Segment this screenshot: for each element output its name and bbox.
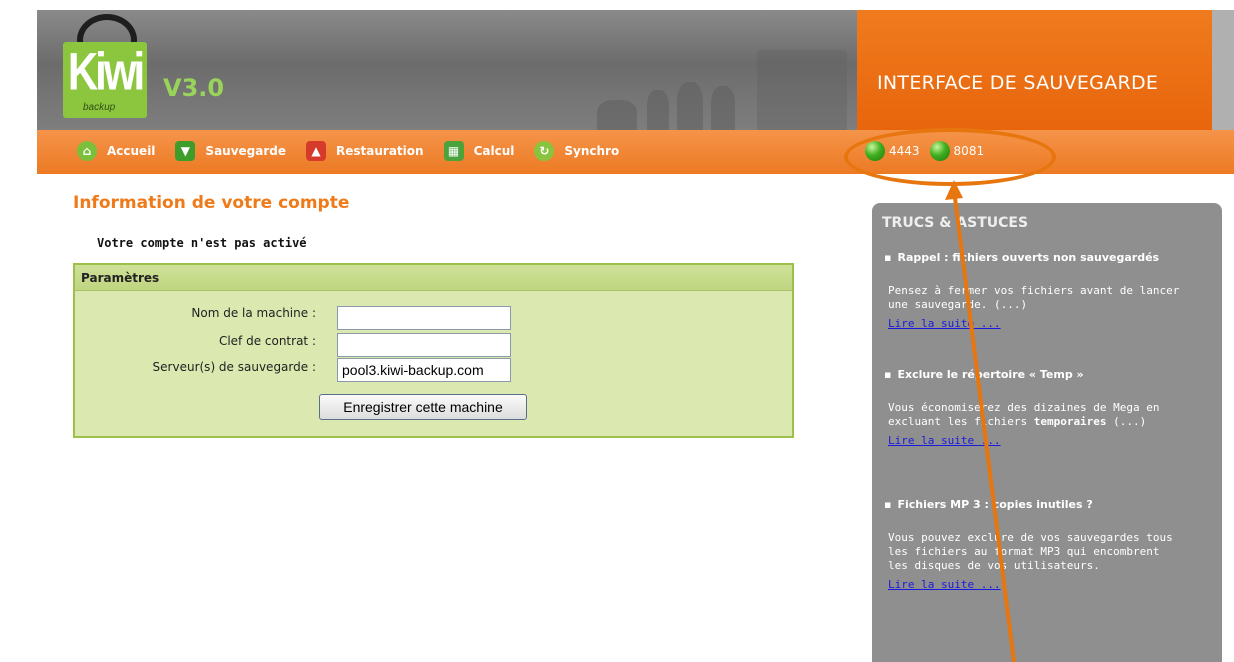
sync-icon: ↻: [534, 141, 555, 161]
machine-name-input[interactable]: [337, 306, 511, 330]
account-status-text: Votre compte n'est pas activé: [97, 236, 307, 250]
page-title: Information de votre compte: [73, 193, 350, 213]
backup-icon: ▼: [175, 141, 196, 161]
tip-body-text: (...): [1106, 415, 1147, 428]
tips-title: TRUCS & ASTUCES: [882, 215, 1029, 231]
header-stripe: [1212, 10, 1234, 130]
logo-text: Kiwi: [67, 42, 145, 101]
tip-item: Exclure le répertoire « Temp » Vous écon…: [884, 368, 1204, 448]
read-more-link[interactable]: Lire la suite ...: [884, 578, 1001, 591]
parameters-fieldset: Paramètres Nom de la machine : Clef de c…: [73, 263, 794, 438]
kiwi-logo[interactable]: Kiwi backup: [63, 12, 153, 118]
backup-server-label: Serveur(s) de sauvegarde :: [152, 360, 316, 374]
calculator-icon: ▦: [443, 141, 464, 161]
register-machine-button[interactable]: Enregistrer cette machine: [319, 394, 527, 420]
tip-body: Vous économiserez des dizaines de Mega e…: [884, 401, 1184, 429]
read-more-link[interactable]: Lire la suite ...: [884, 317, 1001, 330]
annotation-ellipse: [844, 128, 1056, 186]
tips-panel: TRUCS & ASTUCES Rappel : fichiers ouvert…: [872, 203, 1222, 662]
tip-heading: Rappel : fichiers ouverts non sauvegardé…: [884, 251, 1204, 264]
nav-menu: ⌂ Accueil ▼ Sauvegarde ▲ Restauration ▦ …: [77, 141, 639, 161]
tip-item: Rappel : fichiers ouverts non sauvegardé…: [884, 251, 1204, 331]
header: Kiwi backup V3.0 INTERFACE DE SAUVEGARDE: [0, 0, 1234, 130]
header-title-panel: INTERFACE DE SAUVEGARDE: [857, 10, 1212, 130]
page-header-title: INTERFACE DE SAUVEGARDE: [877, 72, 1159, 94]
nav-item-label: Synchro: [564, 144, 620, 158]
header-banner: [37, 10, 857, 130]
logo-subtext: backup: [83, 102, 116, 113]
parameters-legend: Paramètres: [75, 265, 792, 291]
nav-item-calcul[interactable]: ▦ Calcul: [443, 141, 515, 161]
machine-name-label: Nom de la machine :: [191, 306, 316, 320]
contract-key-input[interactable]: [337, 333, 511, 357]
tip-body: Vous pouvez exclure de vos sauvegardes t…: [888, 531, 1173, 572]
tip-heading: Exclure le répertoire « Temp »: [884, 368, 1204, 381]
nav-item-label: Calcul: [473, 144, 515, 158]
nav-item-label: Restauration: [336, 144, 424, 158]
home-icon: ⌂: [77, 141, 97, 161]
nav-item-restauration[interactable]: ▲ Restauration: [306, 141, 424, 161]
nav-item-synchro[interactable]: ↻ Synchro: [534, 141, 619, 161]
nav-item-sauvegarde[interactable]: ▼ Sauvegarde: [175, 141, 286, 161]
read-more-link[interactable]: Lire la suite ...: [884, 434, 1001, 447]
restore-icon: ▲: [306, 141, 326, 161]
nav-item-label: Accueil: [107, 144, 156, 158]
tip-item: Fichiers MP 3 : copies inutiles ? Vous p…: [884, 498, 1204, 592]
nav-item-label: Sauvegarde: [205, 144, 286, 158]
backup-server-input[interactable]: [337, 358, 511, 382]
nav-item-accueil[interactable]: ⌂ Accueil: [77, 141, 155, 161]
tip-body-bold: temporaires: [1033, 415, 1107, 428]
tip-body: Pensez à fermer vos fichiers avant de la…: [888, 284, 1180, 311]
tip-heading: Fichiers MP 3 : copies inutiles ?: [884, 498, 1204, 511]
version-label: V3.0: [163, 74, 225, 102]
contract-key-label: Clef de contrat :: [218, 334, 316, 348]
